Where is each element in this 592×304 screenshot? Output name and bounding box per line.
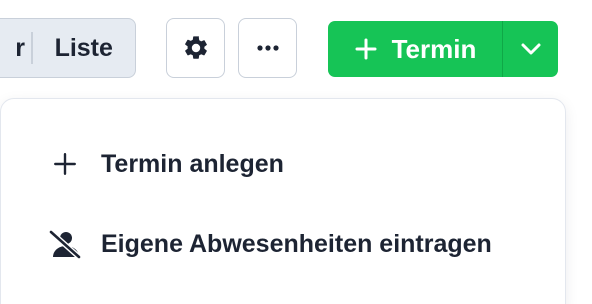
new-appointment-label: Termin (391, 33, 477, 64)
new-appointment-menu: Termin anlegen Eigene Abwesenheiten eint… (0, 98, 566, 304)
person-off-icon (47, 226, 83, 262)
menu-item-label: Termin anlegen (101, 149, 284, 178)
chevron-down-icon (521, 43, 540, 55)
new-appointment-button[interactable]: Termin (328, 21, 502, 77)
menu-item-label: Eigene Abwesenheiten eintragen (101, 229, 492, 258)
menu-item-create-appointment[interactable]: Termin anlegen (1, 134, 565, 194)
more-horizontal-icon (256, 45, 279, 51)
new-appointment-dropdown-toggle[interactable] (503, 21, 558, 77)
view-toggle-list-label: Liste (54, 33, 113, 62)
view-toggle: r Liste (0, 18, 136, 78)
view-toggle-previous-label: r (17, 33, 25, 62)
more-options-button[interactable] (238, 18, 297, 78)
plus-icon (355, 38, 377, 60)
view-toggle-previous-segment[interactable]: r (0, 19, 31, 77)
settings-button[interactable] (166, 18, 225, 78)
menu-item-add-own-absences[interactable]: Eigene Abwesenheiten eintragen (1, 214, 565, 274)
new-appointment-split-button: Termin (328, 21, 558, 77)
plus-icon (47, 146, 83, 182)
view-toggle-list[interactable]: Liste (33, 19, 136, 77)
gear-icon (184, 36, 207, 59)
